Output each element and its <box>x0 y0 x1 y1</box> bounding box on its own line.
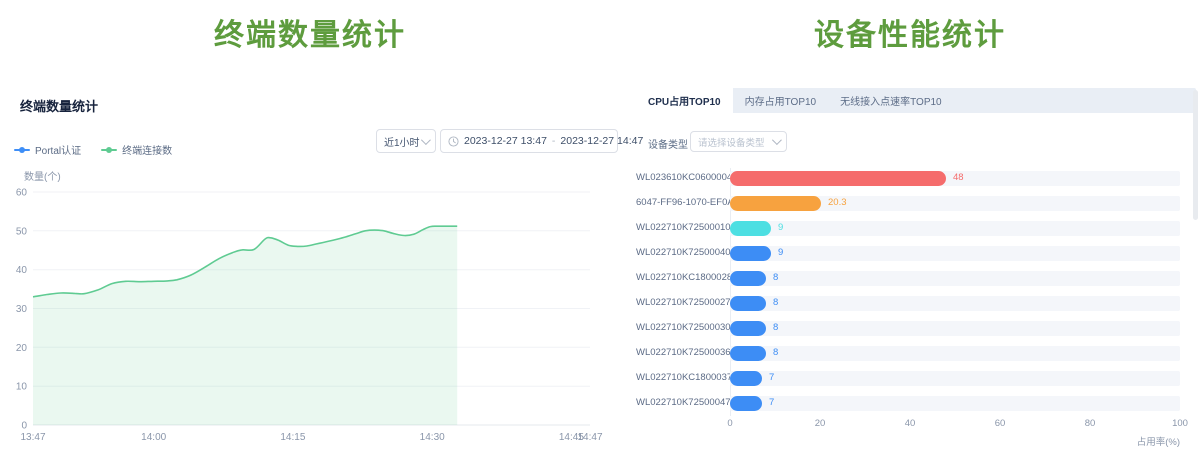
time-range-select-value: 近1小时 <box>384 134 420 149</box>
bar-fill <box>730 346 766 361</box>
bar-x-tick-label: 60 <box>980 418 1020 429</box>
device-name-label: WL022710K725000369 <box>636 347 728 358</box>
y-tick-label: 20 <box>16 343 28 354</box>
vertical-scrollbar-thumb[interactable] <box>1193 90 1198 220</box>
bar-value-label: 8 <box>773 297 778 308</box>
right-page-title: 设备性能统计 <box>620 10 1200 54</box>
chevron-down-icon <box>421 135 431 145</box>
bar-track <box>730 371 1180 386</box>
legend-item[interactable]: Portal认证 <box>14 142 81 157</box>
bar-x-tick-label: 100 <box>1160 418 1200 429</box>
bar-x-tick-label: 40 <box>890 418 930 429</box>
bar-value-label: 7 <box>769 372 774 383</box>
x-tick-label: 14:30 <box>420 432 445 443</box>
date-range-separator: - <box>552 135 556 147</box>
bar-fill <box>730 271 766 286</box>
device-type-label: 设备类型 <box>648 136 688 151</box>
device-name-label: WL022710K725000307 <box>636 322 728 333</box>
bar-value-label: 8 <box>773 322 778 333</box>
bar-x-tick-label: 20 <box>800 418 840 429</box>
bar-track <box>730 271 1180 286</box>
tab-无线接入点速率TOP10[interactable]: 无线接入点速率TOP10 <box>828 88 954 113</box>
x-tick-label: 14:47 <box>577 432 602 443</box>
device-name-label: WL022710K725000102 <box>636 222 728 233</box>
y-tick-label: 0 <box>21 421 27 432</box>
bar-value-label: 7 <box>769 397 774 408</box>
device-name-label: WL022710KC18000280 <box>636 272 728 283</box>
left-page-title: 终端数量统计 <box>0 10 620 54</box>
legend-item-label: 终端连接数 <box>122 142 172 157</box>
bar-fill <box>730 296 766 311</box>
terminal-count-line-chart: 010203040506013:4714:0014:1514:3014:4514… <box>0 160 620 456</box>
bar-value-label: 9 <box>778 222 783 233</box>
time-range-select[interactable]: 近1小时 <box>376 129 436 153</box>
bar-x-tick-label: 0 <box>710 418 750 429</box>
bar-value-label: 8 <box>773 347 778 358</box>
y-tick-label: 60 <box>16 188 28 199</box>
bar-track <box>730 346 1180 361</box>
area-fill <box>33 226 457 425</box>
bar-track <box>730 396 1180 411</box>
device-type-placeholder: 请选择设备类型 <box>698 135 765 149</box>
bar-value-label: 48 <box>953 172 964 183</box>
tab-内存占用TOP10[interactable]: 内存占用TOP10 <box>733 88 829 113</box>
bar-fill <box>730 221 771 236</box>
left-card-title: 终端数量统计 <box>20 96 98 115</box>
y-tick-label: 10 <box>16 382 28 393</box>
y-tick-label: 50 <box>16 226 28 237</box>
legend-item[interactable]: 终端连接数 <box>101 142 172 157</box>
bar-fill <box>730 196 821 211</box>
device-name-label: WL022710KC18000372 <box>636 372 728 383</box>
date-range-picker[interactable]: 2023-12-27 13:47 - 2023-12-27 14:47 <box>440 129 618 153</box>
legend-line-dot-icon <box>14 147 30 153</box>
device-name-label: WL022710K725000272 <box>636 297 728 308</box>
bar-track <box>730 246 1180 261</box>
cpu-top10-bar-chart: WL023610KC06000043 48 6047-FF96-1070-EF0A 2… <box>636 160 1196 456</box>
bar-value-label: 8 <box>773 272 778 283</box>
bar-fill <box>730 246 771 261</box>
date-range-start: 2023-12-27 13:47 <box>464 135 547 147</box>
x-tick-label: 14:00 <box>141 432 166 443</box>
x-tick-label: 13:47 <box>20 432 45 443</box>
bar-track <box>730 321 1180 336</box>
clock-icon <box>448 136 459 147</box>
terminal-count-panel: 终端数量统计 终端数量统计 近1小时 2023-12-27 13:47 - 20… <box>0 0 620 456</box>
device-name-label: WL022710K725000470 <box>636 397 728 408</box>
device-performance-panel: 设备性能统计 CPU占用TOP10内存占用TOP10无线接入点速率TOP10 设… <box>620 0 1200 456</box>
bar-x-tick-label: 80 <box>1070 418 1110 429</box>
y-tick-label: 40 <box>16 265 28 276</box>
bar-fill <box>730 396 762 411</box>
bar-value-label: 9 <box>778 247 783 258</box>
bar-x-axis-label: 占用率(%) <box>730 434 1180 448</box>
legend-item-label: Portal认证 <box>35 142 81 157</box>
device-name-label: WL022710K725000409 <box>636 247 728 258</box>
bar-track <box>730 221 1180 236</box>
device-type-select[interactable]: 请选择设备类型 <box>690 131 787 152</box>
legend-line-dot-icon <box>101 147 117 153</box>
bar-value-label: 20.3 <box>828 197 847 208</box>
y-tick-label: 30 <box>16 304 28 315</box>
chevron-down-icon <box>772 135 782 145</box>
bar-track <box>730 196 1180 211</box>
bar-fill <box>730 371 762 386</box>
bar-fill <box>730 321 766 336</box>
x-tick-label: 14:15 <box>280 432 305 443</box>
bar-track <box>730 296 1180 311</box>
tab-CPU占用TOP10[interactable]: CPU占用TOP10 <box>636 88 733 113</box>
device-name-label: WL023610KC06000043 <box>636 172 728 183</box>
bar-fill <box>730 171 946 186</box>
chart-legend: Portal认证 终端连接数 <box>14 142 172 157</box>
device-name-label: 6047-FF96-1070-EF0A <box>636 197 728 208</box>
top10-tab-bar: CPU占用TOP10内存占用TOP10无线接入点速率TOP10 <box>636 88 1196 113</box>
